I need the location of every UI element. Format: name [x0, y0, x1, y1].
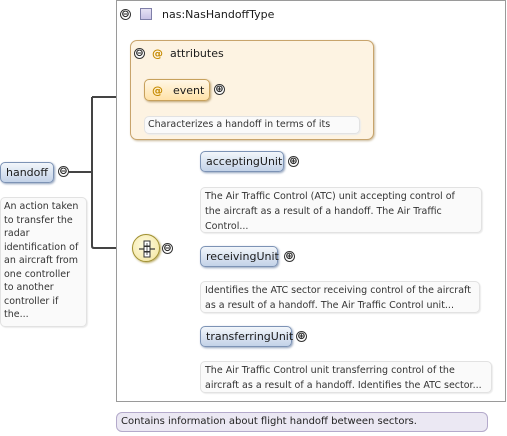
- receivingUnit-expand-icon[interactable]: ⊕: [284, 251, 295, 262]
- handoff-doc-line: controller if: [4, 295, 59, 307]
- type-name: nas:NasHandoffType: [162, 8, 275, 21]
- element-transferringUnit-label: transferringUnit: [206, 330, 294, 343]
- element-receivingUnit[interactable]: receivingUnit: [200, 246, 279, 267]
- element-acceptingUnit-label: acceptingUnit: [206, 155, 283, 168]
- handoff-doc-line: to transfer the: [4, 214, 73, 226]
- handoff-doc-line: radar: [4, 228, 30, 239]
- attribute-event-name: event: [173, 83, 205, 97]
- attributes-label: attributes: [170, 47, 224, 60]
- handoff-doc-line: identification of: [4, 241, 79, 253]
- attribute-event[interactable]: @ event: [144, 79, 210, 101]
- attribute-event-doc: Characterizes a handoff in terms of its …: [144, 116, 360, 134]
- complex-type-icon: [140, 8, 152, 20]
- acceptingUnit-doc-line: the aircraft as a result of a handoff. T…: [205, 206, 442, 217]
- acceptingUnit-doc-line: The Air Traffic Control (ATC) unit accep…: [205, 191, 455, 202]
- element-receivingUnit-label: receivingUnit: [206, 250, 279, 263]
- element-acceptingUnit[interactable]: acceptingUnit: [200, 151, 284, 172]
- handoff-doc-line: the...: [4, 309, 29, 320]
- sequence-compositor-icon[interactable]: [132, 234, 160, 262]
- transferringUnit-doc-line: aircraft as a result of a handoff. Ident…: [205, 380, 482, 391]
- element-transferringUnit[interactable]: transferringUnit: [200, 326, 294, 347]
- receivingUnit-doc-line: Identifies the ATC sector receiving cont…: [205, 285, 471, 296]
- handoff-doc-line: to another: [4, 282, 54, 293]
- element-handoff-label: handoff: [6, 166, 48, 179]
- transferringUnit-expand-icon[interactable]: ⊕: [296, 331, 307, 342]
- element-receivingUnit-doc: Identifies the ATC sector receiving cont…: [200, 281, 480, 313]
- type-collapse-icon[interactable]: ⊖: [120, 9, 131, 20]
- type-doc: Contains information about flight handof…: [116, 412, 488, 432]
- attribute-icon: @: [152, 83, 163, 97]
- transferringUnit-doc-line: The Air Traffic Control unit transferrin…: [205, 365, 455, 376]
- element-transferringUnit-doc: The Air Traffic Control unit transferrin…: [200, 361, 492, 393]
- receivingUnit-doc-line: as a result of a handoff. The Air Traffi…: [205, 300, 454, 311]
- attributes-collapse-icon[interactable]: ⊖: [134, 48, 145, 59]
- sequence-symbol-icon: [139, 240, 155, 258]
- element-handoff-doc: An action taken to transfer the radar id…: [0, 197, 87, 327]
- handoff-doc-line: an aircraft from: [4, 255, 79, 266]
- sequence-collapse-icon[interactable]: ⊖: [162, 243, 173, 254]
- acceptingUnit-expand-icon[interactable]: ⊕: [288, 156, 299, 167]
- attribute-icon: @: [152, 47, 163, 60]
- acceptingUnit-doc-line: Control...: [205, 221, 249, 232]
- handoff-doc-line: An action taken: [4, 201, 79, 212]
- attribute-event-expand-icon[interactable]: ⊕: [214, 84, 225, 95]
- element-handoff[interactable]: handoff: [0, 162, 54, 183]
- element-acceptingUnit-doc: The Air Traffic Control (ATC) unit accep…: [200, 187, 482, 233]
- handoff-collapse-icon[interactable]: ⊖: [58, 166, 69, 177]
- handoff-doc-line: one controller: [4, 268, 71, 280]
